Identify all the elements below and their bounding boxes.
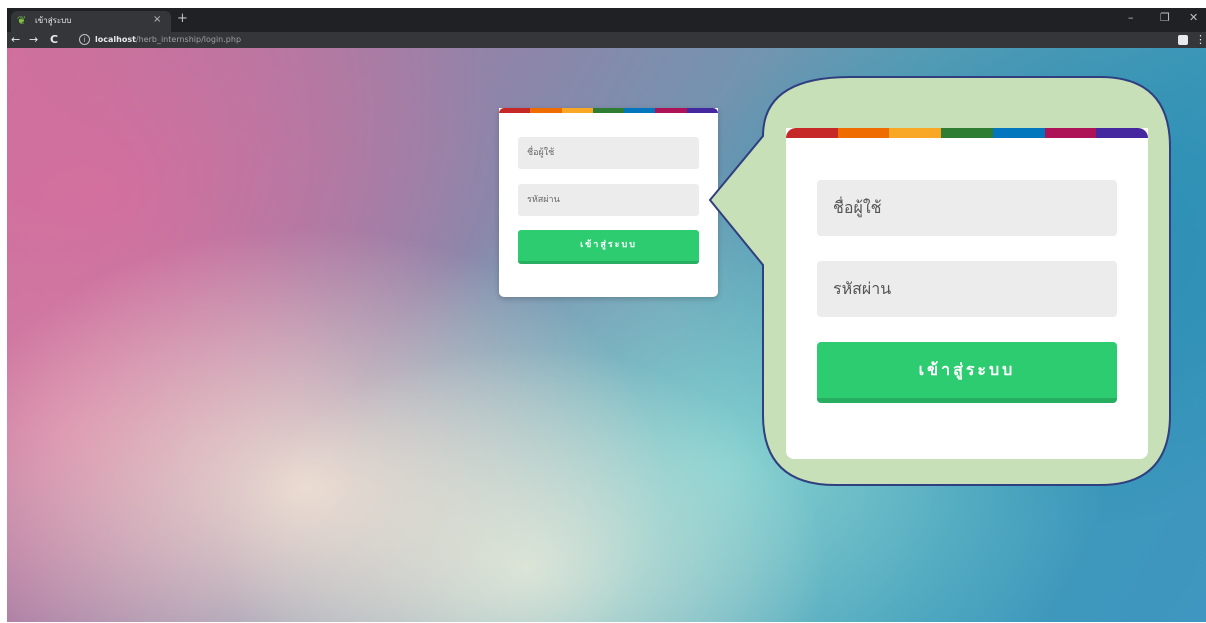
back-arrow-icon[interactable]: ←: [11, 32, 20, 48]
stripe-segment: [889, 128, 942, 138]
stripe-segment: [686, 108, 718, 113]
stripe-segment: [499, 108, 531, 113]
tab-login[interactable]: ❦ เข้าสู่ระบบ ×: [11, 11, 171, 32]
info-icon[interactable]: i: [79, 34, 90, 45]
zoom-color-stripe: [786, 128, 1148, 138]
zoomed-login-card: ชื่อผู้ใช้ รหัสผ่าน เข้าสู่ระบบ: [786, 128, 1148, 459]
stripe-segment: [592, 108, 625, 113]
stripe-segment: [561, 108, 593, 113]
password-input[interactable]: รหัสผ่าน: [518, 184, 699, 216]
minimize-button[interactable]: –: [1128, 10, 1134, 26]
stripe-segment: [786, 128, 838, 138]
forward-arrow-icon[interactable]: →: [29, 32, 38, 48]
reload-icon[interactable]: C: [50, 32, 58, 48]
stripe-segment: [530, 108, 562, 113]
profile-icon[interactable]: [1178, 35, 1188, 45]
tab-close-icon[interactable]: ×: [153, 14, 161, 26]
maximize-button[interactable]: ❐: [1160, 10, 1170, 26]
url-path: /herb_internship/login.php: [135, 35, 242, 44]
new-tab-button[interactable]: +: [177, 11, 188, 27]
leaf-icon: ❦: [17, 14, 27, 27]
stripe-segment: [624, 108, 656, 113]
zoom-login-button[interactable]: เข้าสู่ระบบ: [817, 342, 1117, 403]
stripe-segment: [1096, 128, 1148, 138]
browser-toolbar: ← → C i localhost/herb_internship/login.…: [7, 32, 1206, 48]
close-window-button[interactable]: ✕: [1189, 10, 1198, 26]
url-host: localhost: [95, 35, 136, 44]
zoom-password-input[interactable]: รหัสผ่าน: [817, 261, 1117, 317]
tab-strip: ❦ เข้าสู่ระบบ × + – ❐ ✕: [7, 8, 1206, 32]
login-button[interactable]: เข้าสู่ระบบ: [518, 230, 699, 264]
tab-title: เข้าสู่ระบบ: [35, 16, 72, 25]
login-card: ชื่อผู้ใช้ รหัสผ่าน เข้าสู่ระบบ: [499, 108, 718, 297]
stripe-segment: [1044, 128, 1097, 138]
stripe-segment: [941, 128, 993, 138]
address-bar[interactable]: localhost/herb_internship/login.php: [95, 32, 241, 48]
username-input[interactable]: ชื่อผู้ใช้: [518, 137, 699, 169]
stripe-segment: [655, 108, 687, 113]
color-stripe: [499, 108, 718, 113]
menu-icon[interactable]: ⋮: [1195, 32, 1206, 48]
stripe-segment: [837, 128, 890, 138]
stripe-segment: [992, 128, 1045, 138]
zoom-username-input[interactable]: ชื่อผู้ใช้: [817, 180, 1117, 236]
